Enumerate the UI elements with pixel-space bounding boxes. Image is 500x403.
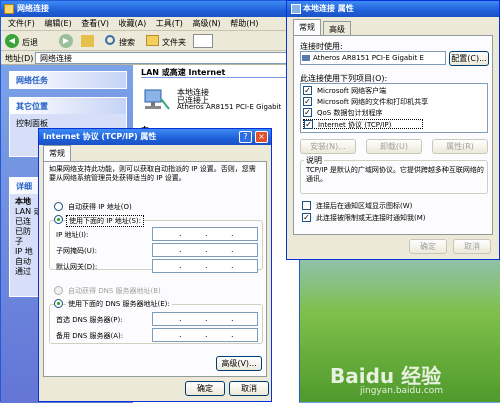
tab-advanced[interactable]: 高级: [323, 21, 351, 35]
manual-dns-radio[interactable]: [54, 299, 63, 308]
item-label: Microsoft 网络客户端: [317, 87, 387, 95]
intro-text: 如果网络支持此功能，则可以获取自动指派的 IP 设置。否则，您需要从网络系统管理…: [49, 165, 256, 182]
item-checkbox[interactable]: ✓: [303, 108, 312, 117]
explorer-titlebar: 网络连接: [1, 1, 299, 17]
search-icon[interactable]: [105, 35, 115, 45]
menu-tools[interactable]: 工具(T): [156, 19, 183, 28]
ip-address-input[interactable]: ...: [152, 227, 258, 241]
dns1-label: 首选 DNS 服务器(P):: [56, 316, 123, 324]
network-tasks-box: 网络任务: [9, 71, 127, 89]
menu-favorites[interactable]: 收藏(A): [119, 19, 147, 28]
item-label: QoS 数据包计划程序: [317, 109, 383, 117]
item-label: Microsoft 网络的文件和打印机共享: [317, 98, 429, 106]
control-panel-label[interactable]: 控制面板: [16, 119, 48, 128]
close-icon[interactable]: ×: [255, 131, 268, 143]
help-icon[interactable]: ?: [239, 131, 252, 143]
dns2-label: 备用 DNS 服务器(A):: [56, 332, 124, 340]
folders-icon[interactable]: [146, 35, 159, 46]
item-checkbox[interactable]: ✓: [304, 120, 313, 129]
tcpip-properties-dialog: Internet 协议 (TCP/IP) 属性 ? × 常规 如果网络支持此功能…: [38, 128, 272, 402]
explorer-title: 网络连接: [17, 4, 49, 13]
manual-dns-label[interactable]: 使用下面的 DNS 服务器地址(E):: [66, 299, 172, 309]
other-places-header[interactable]: 其它位置: [10, 98, 126, 114]
address-input[interactable]: 网络连接: [35, 52, 297, 64]
menu-view[interactable]: 查看(V): [81, 19, 109, 28]
properties-cancel-button[interactable]: 取消: [453, 239, 491, 254]
network-tasks-header[interactable]: 网络任务: [10, 72, 126, 88]
gateway-input[interactable]: ...: [152, 259, 258, 273]
tcpip-title: Internet 协议 (TCP/IP) 属性: [43, 132, 157, 141]
show-icon-checkbox[interactable]: [302, 201, 311, 210]
adapter-field: Atheros AR8151 PCI-E Gigabit E: [300, 51, 446, 65]
configure-button[interactable]: 配置(C)...: [449, 51, 489, 66]
advanced-button[interactable]: 高级(V)...: [216, 356, 262, 371]
watermark-logo: Baidu 经验: [330, 364, 442, 388]
up-folder-icon[interactable]: [81, 35, 94, 47]
watermark-url: jingyan.baidu.com: [360, 386, 444, 396]
general-panel: 连接时使用: Atheros AR8151 PCI-E Gigabit E 配置…: [293, 35, 493, 235]
properties-title: 本地连接 属性: [303, 4, 354, 13]
manual-ip-label[interactable]: 使用下面的 IP 地址(S):: [66, 215, 144, 227]
folders-button[interactable]: 文件夹: [162, 37, 186, 48]
connection-adapter: Atheros AR8151 PCI-E Gigabit: [177, 103, 282, 111]
auto-dns-label[interactable]: 自动获得 DNS 服务器地址(B): [68, 286, 161, 296]
menu-file[interactable]: 文件(F): [8, 19, 35, 28]
item-checkbox[interactable]: ✓: [303, 97, 312, 106]
properties-titlebar: 本地连接 属性: [287, 1, 499, 17]
notify-label: 此连接被限制或无连接时通知我(M): [316, 214, 426, 222]
tab-general[interactable]: 常规: [293, 19, 321, 35]
lan-connection-icon[interactable]: [141, 87, 171, 113]
section-divider: [141, 77, 291, 78]
ip-label: IP 地址(I):: [56, 231, 89, 239]
items-list: ✓ Microsoft 网络客户端 ✓ Microsoft 网络的文件和打印机共享 …: [300, 83, 488, 133]
network-adapter-icon: [302, 55, 310, 61]
auto-ip-label[interactable]: 自动获得 IP 地址(O): [68, 202, 132, 212]
tcpip-general-panel: 如果网络支持此功能，则可以获取自动指派的 IP 设置。否则，您需要从网络系统管理…: [43, 161, 267, 377]
uninstall-button[interactable]: 卸载(U): [366, 139, 422, 154]
forward-arrow-icon[interactable]: ▶: [59, 34, 73, 48]
mask-label: 子网掩码(U):: [56, 247, 97, 255]
properties-tabs: 常规 高级: [293, 19, 493, 35]
auto-dns-radio[interactable]: [54, 286, 63, 295]
item-checkbox[interactable]: ✓: [303, 86, 312, 95]
properties-button[interactable]: 属性(R): [432, 139, 488, 154]
preferred-dns-input[interactable]: ...: [152, 312, 258, 326]
menu-bar: 文件(F) 编辑(E) 查看(V) 收藏(A) 工具(T) 高级(N) 帮助(H…: [1, 17, 299, 31]
view-icon[interactable]: [193, 34, 213, 48]
search-button[interactable]: 搜索: [119, 37, 135, 48]
tcpip-cancel-button[interactable]: 取消: [229, 381, 269, 396]
tcpip-tabs: 常规: [43, 145, 267, 161]
item-label: Internet 协议 (TCP/IP): [318, 121, 392, 129]
back-arrow-icon[interactable]: ◀: [5, 34, 19, 48]
list-item[interactable]: ✓ Microsoft 网络的文件和打印机共享: [303, 97, 485, 107]
list-item[interactable]: ✓ QoS 数据包计划程序: [303, 108, 485, 118]
menu-advanced[interactable]: 高级(N): [192, 19, 220, 28]
menu-edit[interactable]: 编辑(E): [44, 19, 71, 28]
alternate-dns-input[interactable]: ...: [152, 328, 258, 342]
menu-help[interactable]: 帮助(H): [230, 19, 258, 28]
properties-ok-button[interactable]: 确定: [409, 239, 447, 254]
list-item[interactable]: ✓ Microsoft 网络客户端: [303, 86, 485, 96]
address-bar: 地址(D) 网络连接: [1, 51, 299, 65]
description-text: TCP/IP 是默认的广域网协议。它提供跨越多种互联网络的通讯。: [306, 166, 484, 183]
install-button[interactable]: 安装(N)...: [300, 139, 356, 154]
tcpip-titlebar: Internet 协议 (TCP/IP) 属性 ? ×: [39, 129, 271, 145]
back-button[interactable]: 后退: [22, 37, 38, 48]
connection-icon: [291, 4, 301, 14]
connection-properties-window: 本地连接 属性 常规 高级 连接时使用: Atheros AR8151 PCI-…: [286, 0, 500, 260]
notify-checkbox[interactable]: ✓: [302, 213, 311, 222]
tcpip-ok-button[interactable]: 确定: [185, 381, 225, 396]
tab-tcpip-general[interactable]: 常规: [43, 145, 71, 161]
manual-ip-radio[interactable]: [54, 215, 63, 224]
show-icon-label: 连接后在通知区域显示图标(W): [316, 202, 413, 210]
description-label: 说明: [304, 155, 324, 166]
toolbar: ◀ 后退 ▶ 搜索 文件夹: [1, 31, 299, 51]
auto-ip-radio[interactable]: [54, 202, 63, 211]
list-item-selected[interactable]: ✓ Internet 协议 (TCP/IP): [303, 119, 423, 129]
network-folder-icon: [4, 4, 14, 14]
address-label: 地址(D): [5, 54, 34, 63]
gateway-label: 默认网关(D):: [56, 263, 98, 271]
subnet-mask-input[interactable]: ...: [152, 243, 258, 257]
